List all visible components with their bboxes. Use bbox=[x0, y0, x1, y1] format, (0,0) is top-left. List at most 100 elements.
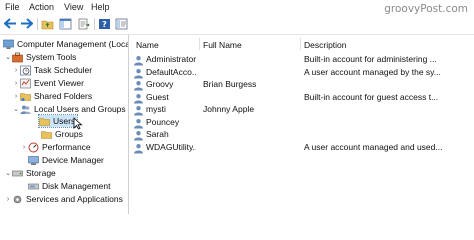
user-name: Sarah bbox=[146, 129, 169, 139]
services-icon bbox=[12, 194, 23, 205]
chevron-down-icon[interactable]: ⌄ bbox=[12, 105, 20, 113]
tree-item-computer-management[interactable]: Computer Management (Local) bbox=[3, 38, 129, 50]
user-name: DefaultAcco... bbox=[146, 66, 196, 77]
user-description: Built-in account for administering ... bbox=[304, 54, 437, 64]
tree-item-system-tools[interactable]: ⌄ System Tools bbox=[4, 51, 76, 63]
tree-item-label: Users bbox=[53, 116, 76, 126]
tree-item-label: Event Viewer bbox=[34, 78, 84, 88]
user-icon bbox=[134, 118, 143, 128]
column-header-full-name[interactable]: Full Name bbox=[203, 40, 242, 50]
menu-help[interactable]: Help bbox=[91, 2, 110, 12]
svg-text:?: ? bbox=[102, 20, 107, 29]
user-icon bbox=[134, 106, 143, 116]
tree-item-task-scheduler[interactable]: › Task Scheduler bbox=[12, 64, 92, 76]
tree-item-event-viewer[interactable]: › Event Viewer bbox=[12, 77, 84, 89]
user-description: A user account managed and used... bbox=[304, 141, 443, 152]
chevron-down-icon[interactable]: ⌄ bbox=[4, 169, 12, 177]
user-name: Guest bbox=[146, 91, 169, 102]
tree-item-users[interactable]: Users bbox=[38, 114, 78, 128]
table-row[interactable]: Administrator Built-in account for admin… bbox=[129, 54, 474, 66]
tree-item-label: Computer Management (Local) bbox=[17, 39, 129, 49]
table-row[interactable]: Sarah bbox=[129, 129, 474, 141]
chevron-right-icon[interactable]: › bbox=[4, 196, 12, 203]
toolbar-separator bbox=[94, 18, 95, 30]
column-divider[interactable] bbox=[300, 38, 301, 50]
table-row[interactable]: Groovy Brian Burgess bbox=[129, 79, 474, 91]
table-row[interactable]: mysti Johnny Apple bbox=[129, 104, 474, 116]
device-manager-icon bbox=[28, 155, 39, 166]
tree-item-local-users-groups[interactable]: ⌄ Local Users and Groups bbox=[12, 103, 126, 115]
users-folder-icon bbox=[39, 116, 50, 127]
menu-action[interactable]: Action bbox=[29, 2, 54, 12]
show-hide-tree-icon[interactable] bbox=[58, 16, 73, 31]
user-name: Pouncey bbox=[146, 116, 180, 127]
menu-view[interactable]: View bbox=[64, 2, 83, 12]
tree-item-services-applications[interactable]: › Services and Applications bbox=[4, 193, 123, 205]
table-row[interactable]: WDAGUtility... A user account managed an… bbox=[129, 142, 474, 154]
user-description: A user account managed by the sy... bbox=[304, 66, 441, 77]
column-header-name[interactable]: Name bbox=[136, 40, 159, 50]
tree-item-disk-management[interactable]: Disk Management bbox=[28, 180, 111, 192]
tree-item-groups[interactable]: Groups bbox=[41, 128, 83, 140]
user-description: Built-in account for guest access t... bbox=[304, 91, 439, 102]
tree-item-storage[interactable]: ⌄ Storage bbox=[4, 167, 56, 179]
watermark: groovyPost.com bbox=[384, 3, 468, 15]
local-users-icon bbox=[20, 104, 31, 115]
toolbox-icon bbox=[12, 52, 23, 63]
table-row[interactable]: Guest Built-in account for guest access … bbox=[129, 92, 474, 104]
tree-item-label: System Tools bbox=[26, 52, 77, 62]
user-name: Groovy bbox=[146, 79, 174, 89]
up-folder-icon[interactable] bbox=[40, 16, 55, 31]
back-arrow-icon[interactable] bbox=[3, 16, 18, 31]
chevron-down-icon[interactable]: ⌄ bbox=[4, 53, 12, 61]
user-full-name: Brian Burgess bbox=[203, 79, 257, 89]
help-icon[interactable]: ? bbox=[97, 16, 112, 31]
tree-item-shared-folders[interactable]: › Shared Folders bbox=[12, 90, 92, 102]
storage-icon bbox=[12, 168, 23, 179]
tree-item-device-manager[interactable]: Device Manager bbox=[28, 154, 104, 166]
user-icon bbox=[134, 131, 143, 141]
tree-item-label: Device Manager bbox=[42, 155, 104, 165]
chevron-right-icon[interactable]: › bbox=[12, 80, 20, 87]
event-viewer-icon bbox=[20, 78, 31, 89]
chevron-right-icon[interactable]: › bbox=[12, 67, 20, 74]
tree-item-label: Services and Applications bbox=[26, 194, 123, 204]
shared-folder-icon bbox=[20, 91, 31, 102]
tree-item-label: Task Scheduler bbox=[34, 65, 93, 75]
toolbar-separator bbox=[37, 18, 38, 30]
properties-icon[interactable] bbox=[114, 16, 129, 31]
user-name: mysti bbox=[146, 104, 166, 114]
computer-management-icon bbox=[3, 39, 14, 50]
forward-arrow-icon[interactable] bbox=[19, 16, 34, 31]
table-row[interactable]: Pouncey bbox=[129, 117, 474, 129]
user-icon bbox=[134, 143, 143, 153]
menu-file[interactable]: File bbox=[5, 2, 20, 12]
user-full-name: Johnny Apple bbox=[203, 104, 255, 114]
tree-item-label: Storage bbox=[26, 168, 56, 178]
tree-item-label: Local Users and Groups bbox=[34, 104, 126, 114]
column-divider[interactable] bbox=[199, 38, 200, 50]
tree-item-label: Groups bbox=[55, 129, 83, 139]
export-list-icon[interactable] bbox=[76, 16, 91, 31]
chevron-right-icon[interactable]: › bbox=[12, 93, 20, 100]
task-scheduler-icon bbox=[20, 65, 31, 76]
chevron-right-icon[interactable]: › bbox=[20, 144, 28, 151]
user-name: Administrator bbox=[146, 54, 196, 64]
groups-folder-icon bbox=[41, 129, 52, 140]
user-icon bbox=[134, 93, 143, 103]
column-header-description[interactable]: Description bbox=[304, 40, 347, 50]
tree-item-label: Disk Management bbox=[42, 181, 111, 191]
tree-item-label: Performance bbox=[42, 142, 91, 152]
performance-icon bbox=[28, 142, 39, 153]
tree-item-label: Shared Folders bbox=[34, 91, 93, 101]
tree-item-performance[interactable]: › Performance bbox=[20, 141, 91, 153]
users-list: Name Full Name Description Administrator… bbox=[129, 35, 474, 214]
user-icon bbox=[134, 81, 143, 91]
user-icon bbox=[134, 68, 143, 78]
disk-management-icon bbox=[28, 181, 39, 192]
toolbar: ? bbox=[0, 15, 474, 35]
menu-bar: File Action View Help groovyPost.com bbox=[0, 0, 474, 15]
table-row[interactable]: DefaultAcco... A user account managed by… bbox=[129, 67, 474, 79]
navigation-tree: Computer Management (Local) ⌄ System Too… bbox=[0, 35, 129, 214]
user-icon bbox=[134, 56, 143, 66]
